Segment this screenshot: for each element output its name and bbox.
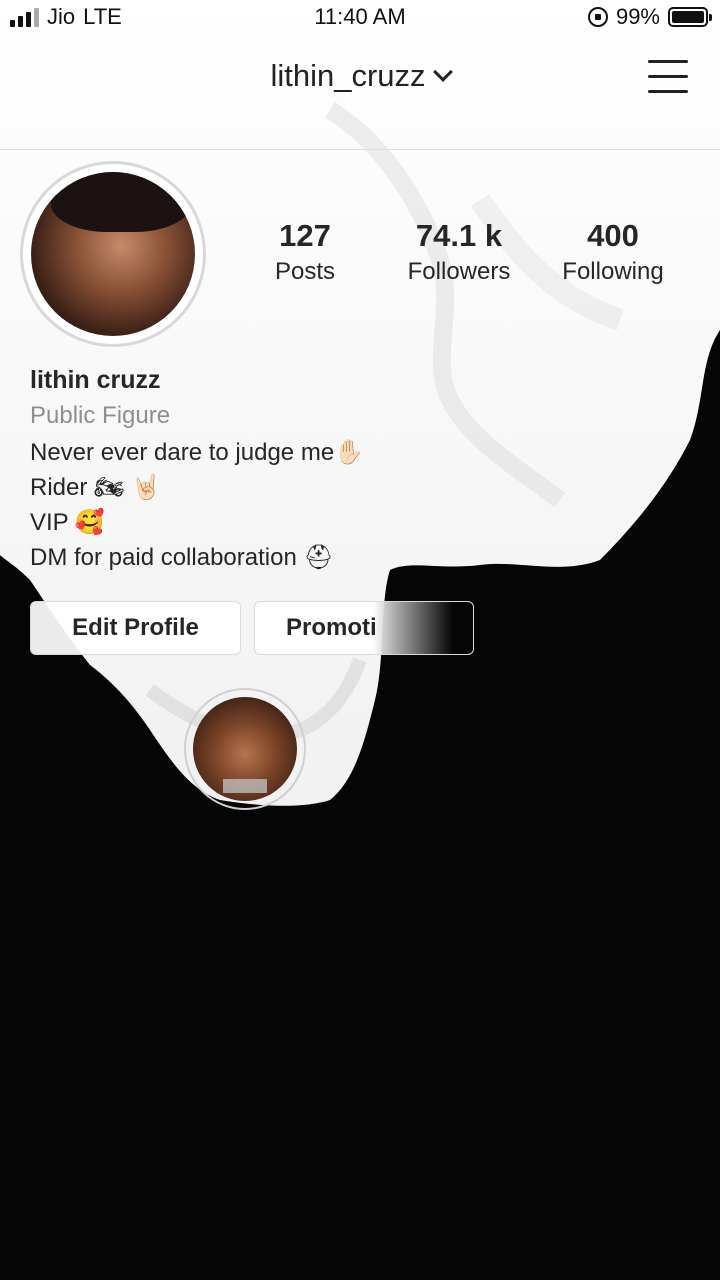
posts-count: 127 xyxy=(279,218,331,253)
profile-bio: lithin cruzz Public Figure Never ever da… xyxy=(30,366,364,578)
bio-line: VIP 🥰 xyxy=(30,509,105,536)
username[interactable]: lithin_cruzz xyxy=(270,58,425,93)
status-bar: Jio LTE 11:40 AM 99% xyxy=(0,0,720,34)
profile-avatar[interactable] xyxy=(20,161,206,347)
battery-percent: 99% xyxy=(615,4,660,29)
promotions-button[interactable]: Promoti xyxy=(254,601,474,655)
following-count: 400 xyxy=(587,218,639,253)
followers-label: Followers xyxy=(407,258,511,285)
account-switcher[interactable]: lithin_cruzz xyxy=(0,58,720,94)
bio-line: Never ever dare to judge me✋🏻 xyxy=(30,439,365,466)
display-name: lithin cruzz xyxy=(30,366,161,394)
followers-count: 74.1 k xyxy=(415,218,503,253)
chevron-down-icon[interactable] xyxy=(432,62,453,82)
bio-line: DM for paid collaboration ⛑ xyxy=(30,544,334,571)
following-stat[interactable]: 400 Following xyxy=(528,218,698,286)
followers-stat[interactable]: 74.1 k Followers xyxy=(374,218,544,286)
following-label: Following xyxy=(562,258,664,285)
bio-line: Rider 🏍 🤘🏻 xyxy=(30,474,162,501)
battery-info: 99% xyxy=(587,4,712,30)
profile-header: lithin_cruzz xyxy=(0,34,720,150)
hamburger-menu-icon[interactable] xyxy=(648,58,688,94)
promotions-label: Promoti xyxy=(286,614,377,641)
edit-profile-button[interactable]: Edit Profile xyxy=(30,601,241,655)
posts-label: Posts xyxy=(274,258,336,285)
battery-icon xyxy=(668,7,712,27)
story-highlight[interactable] xyxy=(184,688,306,810)
highlight-image xyxy=(193,697,297,801)
avatar-image xyxy=(31,172,195,336)
posts-stat[interactable]: 127 Posts xyxy=(220,218,390,286)
rotation-lock-icon xyxy=(587,7,608,27)
profile-category: Public Figure xyxy=(30,402,171,429)
